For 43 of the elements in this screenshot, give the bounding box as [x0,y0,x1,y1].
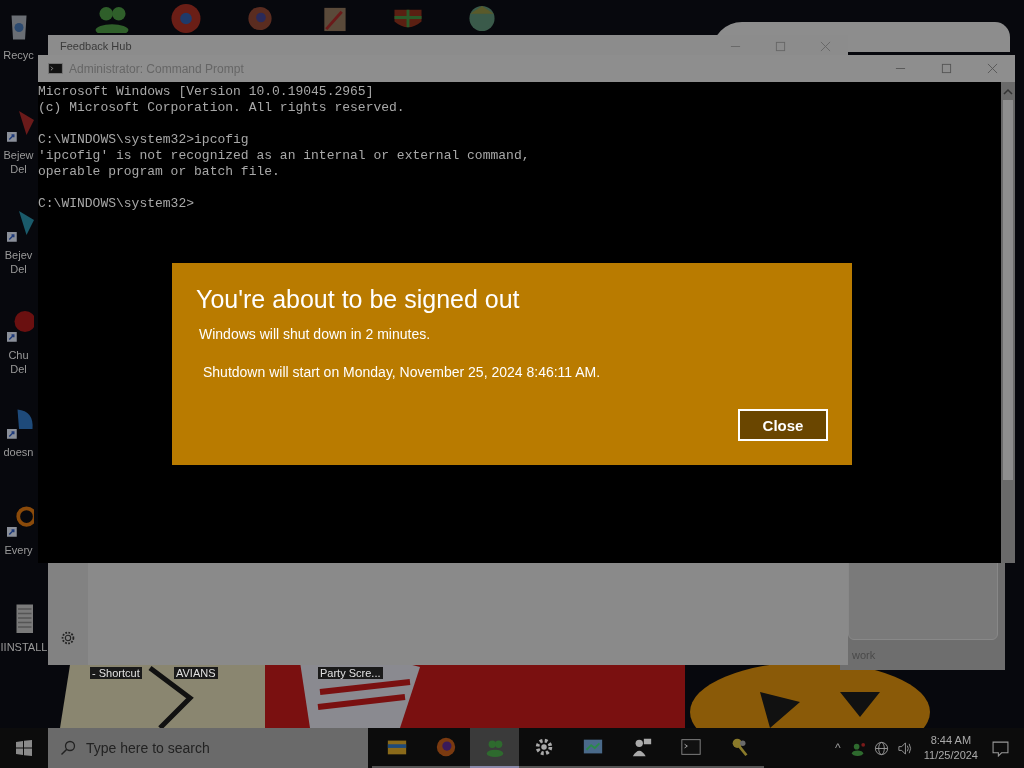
clock[interactable]: 8:44 AM 11/25/2024 [923,733,978,763]
clock-time: 8:44 AM [930,733,972,748]
browser-icon [434,736,457,758]
icon-label: Chu Del [8,348,29,376]
people-taskbar-button[interactable] [470,728,519,768]
scroll-thumb[interactable] [1003,100,1013,480]
icon-label: Recyc [3,48,34,62]
clock-date: 11/25/2024 [923,748,978,763]
icon-label: AVIANS [174,667,218,679]
close-button[interactable]: Close [738,409,828,441]
terminal-icon [48,63,63,74]
person-icon [630,736,653,758]
search-field[interactable]: Type here to search [48,728,368,768]
show-hidden-icons-button[interactable]: ^ [835,741,841,755]
scroll-up-icon[interactable] [1003,88,1013,96]
console-line: (c) Microsoft Corporation. All rights reserved. [38,100,406,116]
icon-label: IINSTALL [0,640,48,654]
icon-label: doesn [3,445,34,459]
notification-icon[interactable] [992,739,1009,757]
globe-icon[interactable] [873,740,889,756]
dialog-detail: Shutdown will start on Monday, November 25, 2024 8:46:11 AM. [203,364,602,380]
close-icon[interactable] [987,63,998,74]
console-line: operable program or batch file. [38,164,281,180]
terminal-icon [679,736,702,758]
icon-label: Bejev Del [4,248,33,276]
console-line: 'ipcofig' is not recognized as an internal or external command, [38,148,531,164]
scrollbar[interactable] [1001,82,1015,563]
icon-label: Bejew Del [3,148,34,176]
start-icon[interactable] [16,740,32,756]
settings-icon[interactable] [59,629,77,647]
search-icon [60,740,76,756]
icon-label: Party Scre... [318,667,383,679]
speaker-icon[interactable] [896,740,912,756]
icon-label: Every [4,543,33,557]
console-line: C:\WINDOWS\system32> [38,196,196,212]
dialog-title: You're about to be signed out [196,285,521,314]
console-line: Microsoft Windows [Version 10.0.19045.2965] [38,84,375,100]
console-line: C:\WINDOWS\system32>ipcofig [38,132,250,148]
window-title: Feedback Hub [60,40,133,52]
people-icon[interactable] [850,740,866,756]
dialog-message: Windows will shut down in 2 minutes. [199,326,432,342]
icon-label: - Shortcut [90,667,142,679]
maximize-icon[interactable] [941,63,952,74]
